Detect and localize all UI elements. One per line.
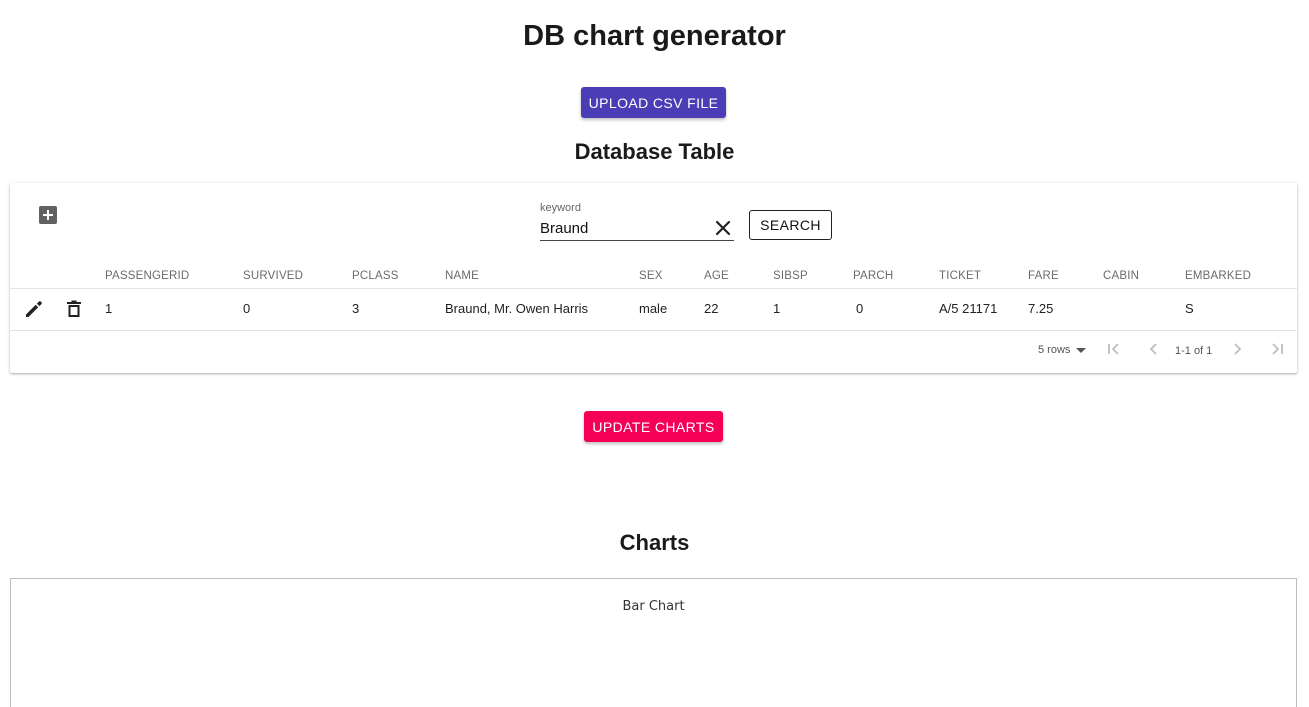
table-header-row: PASSENGERID SURVIVED PCLASS NAME SEX AGE… [10, 267, 1297, 289]
previous-page-icon[interactable] [1145, 340, 1163, 358]
charts-title: Charts [619, 530, 690, 555]
column-header-age[interactable]: AGE [704, 270, 729, 282]
database-table-title: Database Table [574, 139, 735, 164]
add-row-icon[interactable] [38, 205, 58, 225]
page: DB chart generator UPLOAD CSV FILE Datab… [0, 0, 1309, 707]
cell-age: 22 [704, 301, 719, 316]
pagination: 5 rows 1-1 of 1 [10, 331, 1297, 373]
clear-icon[interactable] [713, 218, 733, 238]
column-header-sex[interactable]: SEX [639, 270, 663, 282]
cell-sex: male [639, 301, 668, 316]
cell-sibsp: 1 [773, 301, 781, 316]
database-table-card: keyword SEARCH PASSENGERID SURVIVED PCLA… [10, 183, 1297, 373]
edit-icon[interactable] [24, 299, 44, 319]
column-header-cabin[interactable]: CABIN [1103, 270, 1139, 282]
column-header-fare[interactable]: FARE [1028, 270, 1059, 282]
next-page-icon[interactable] [1228, 340, 1246, 358]
search-button[interactable]: SEARCH [749, 210, 832, 240]
column-header-ticket[interactable]: TICKET [939, 270, 981, 282]
column-header-parch[interactable]: PARCH [853, 270, 893, 282]
column-header-name[interactable]: NAME [445, 270, 479, 282]
column-header-survived[interactable]: SURVIVED [243, 270, 303, 282]
delete-icon[interactable] [64, 299, 84, 319]
upload-csv-button[interactable]: UPLOAD CSV FILE [581, 87, 726, 118]
rows-per-page-value: 5 rows [1038, 344, 1071, 356]
cell-embarked: S [1185, 301, 1194, 316]
column-header-passengerid[interactable]: PASSENGERID [105, 270, 189, 282]
cell-ticket: A/5 21171 [939, 301, 998, 316]
page-info: 1-1 of 1 [1175, 345, 1213, 357]
app-title: DB chart generator [523, 20, 786, 52]
bar-chart-container: Bar Chart [10, 578, 1297, 707]
keyword-search-input[interactable] [540, 216, 734, 241]
cell-pclass: 3 [352, 301, 360, 316]
column-header-sibsp[interactable]: SIBSP [773, 270, 808, 282]
cell-survived: 0 [243, 301, 251, 316]
column-header-pclass[interactable]: PCLASS [352, 270, 399, 282]
bar-chart-title: Bar Chart [622, 599, 685, 614]
rows-per-page-select[interactable]: 5 rows [1038, 344, 1087, 356]
update-charts-button[interactable]: UPDATE CHARTS [584, 411, 723, 442]
keyword-label: keyword [540, 202, 581, 214]
cell-parch: 0 [856, 301, 864, 316]
cell-name: Braund, Mr. Owen Harris [445, 301, 589, 316]
column-header-embarked[interactable]: EMBARKED [1185, 270, 1251, 282]
dropdown-arrow-icon [1076, 347, 1087, 353]
first-page-icon[interactable] [1105, 340, 1123, 358]
cell-passengerid: 1 [105, 301, 113, 316]
last-page-icon[interactable] [1268, 340, 1286, 358]
table-row: 1 0 3 Braund, Mr. Owen Harris male 22 1 … [10, 289, 1297, 331]
cell-fare: 7.25 [1028, 301, 1054, 316]
